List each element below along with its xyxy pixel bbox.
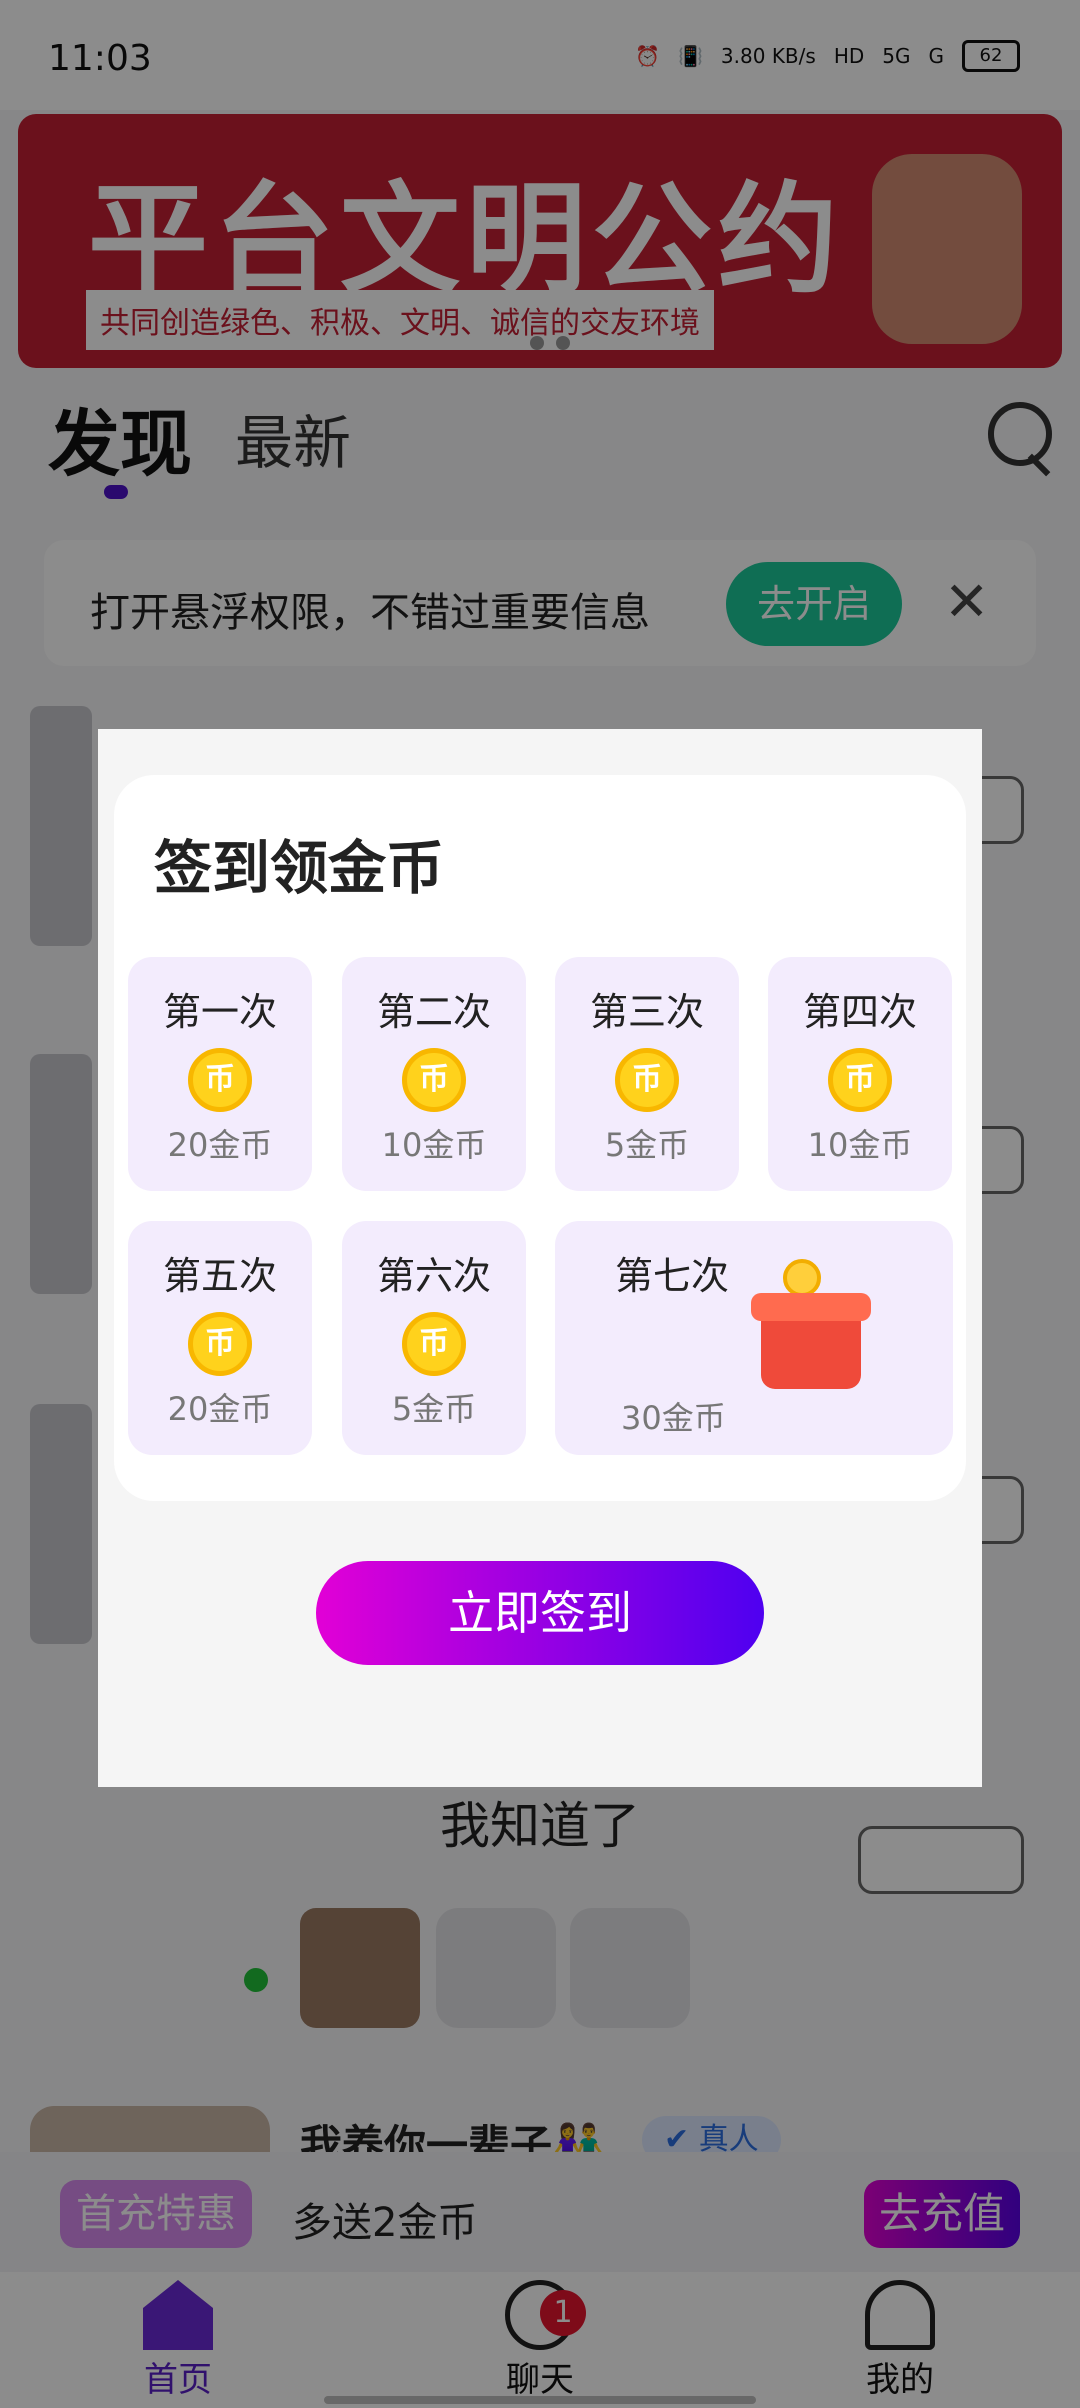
checkin-card: 签到领金币 第一次 币 20金币 第二次 币 10金币 第三次 币 5金币 第四… <box>114 775 966 1501</box>
coin-icon: 币 <box>188 1312 252 1376</box>
coin-icon: 币 <box>828 1048 892 1112</box>
coin-icon: 币 <box>615 1048 679 1112</box>
checkin-day-5[interactable]: 第五次 币 20金币 <box>128 1221 312 1455</box>
gift-box-lid <box>751 1293 871 1321</box>
coin-icon: 币 <box>402 1312 466 1376</box>
coin-icon: 币 <box>402 1048 466 1112</box>
checkin-day-1[interactable]: 第一次 币 20金币 <box>128 957 312 1191</box>
checkin-day-4[interactable]: 第四次 币 10金币 <box>768 957 952 1191</box>
checkin-day-7[interactable]: 第七次 30金币 <box>555 1221 953 1455</box>
checkin-day-6[interactable]: 第六次 币 5金币 <box>342 1221 526 1455</box>
sign-in-button[interactable]: 立即签到 <box>316 1561 764 1665</box>
gold-coin-icon <box>783 1259 821 1297</box>
checkin-modal: 签到领金币 第一次 币 20金币 第二次 币 10金币 第三次 币 5金币 第四… <box>98 729 982 1787</box>
checkin-day-2[interactable]: 第二次 币 10金币 <box>342 957 526 1191</box>
checkin-day-3[interactable]: 第三次 币 5金币 <box>555 957 739 1191</box>
modal-title: 签到领金币 <box>154 834 445 902</box>
coin-icon: 币 <box>188 1048 252 1112</box>
